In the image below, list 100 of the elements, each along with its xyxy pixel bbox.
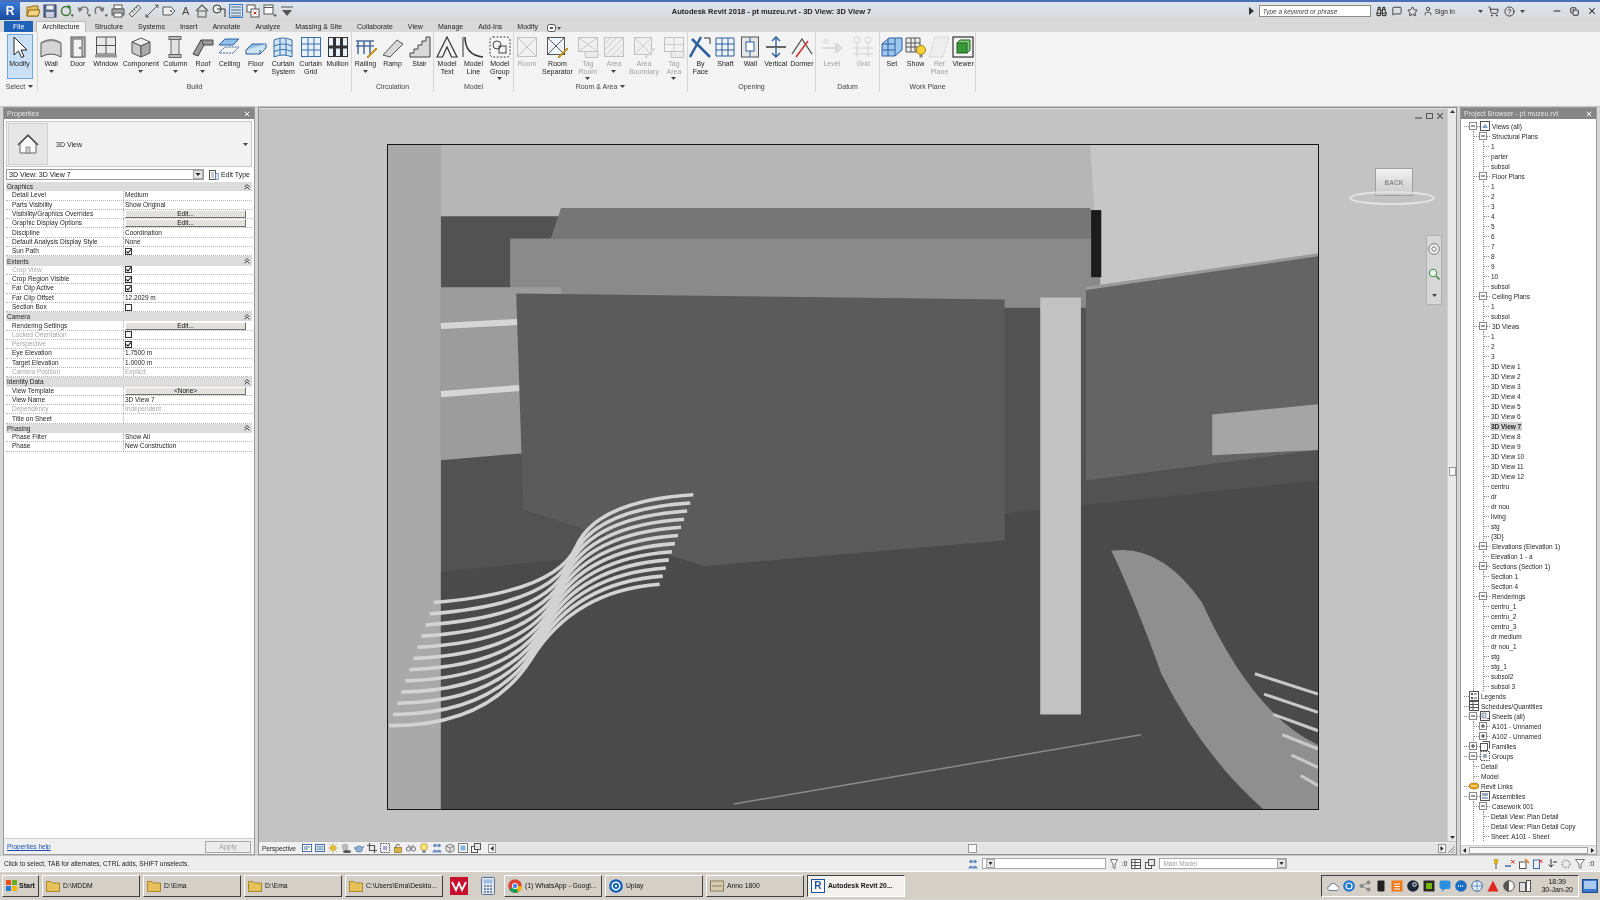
people-icon[interactable] (968, 858, 978, 869)
restore-icon[interactable] (1426, 113, 1433, 119)
scrollbar-thumb[interactable] (967, 843, 977, 853)
dimension-icon[interactable] (145, 4, 159, 18)
hatched-area-icon (602, 36, 625, 58)
vertical-scrollbar[interactable] (1447, 108, 1456, 841)
filter-funnel-icon[interactable] (1574, 858, 1585, 869)
tag-icon[interactable] (162, 4, 176, 18)
expand-box-icon[interactable] (1479, 732, 1487, 740)
caret-icon[interactable] (1520, 9, 1525, 13)
caret-icon[interactable] (1478, 9, 1483, 13)
square-slash-icon[interactable] (1518, 858, 1529, 869)
zigzag-logo-icon[interactable] (447, 874, 470, 897)
binoculars-icon[interactable] (1375, 5, 1387, 17)
sync-arrows-icon[interactable] (60, 4, 74, 18)
stack-icon[interactable] (470, 843, 481, 853)
padlock-icon[interactable] (392, 843, 403, 853)
expand-arrow-icon[interactable] (1248, 7, 1254, 15)
speech-bubble-icon[interactable] (1391, 6, 1402, 16)
close-windows-icon[interactable] (246, 4, 261, 18)
collapse-box-icon[interactable] (1479, 172, 1487, 180)
filter-funnel-icon[interactable] (1110, 858, 1118, 869)
expand-box-icon[interactable] (1479, 722, 1487, 730)
chip-logo-icon[interactable] (1423, 879, 1436, 892)
restore-icon[interactable] (1570, 6, 1579, 16)
tiled-windows-icon[interactable] (263, 4, 278, 18)
people-icon[interactable] (431, 843, 442, 853)
globe-icon[interactable] (1471, 879, 1484, 892)
arrow-line-icon[interactable] (1546, 858, 1557, 869)
scrollbar-thumb[interactable] (1469, 846, 1588, 854)
dots-circle-icon[interactable] (1455, 879, 1468, 892)
redo-arrow-icon[interactable] (94, 4, 108, 18)
glasses-icon[interactable] (405, 843, 416, 853)
section-marker-icon[interactable] (212, 4, 227, 18)
crop-icon[interactable] (366, 843, 377, 853)
scrollbar-thumb[interactable] (1448, 467, 1456, 476)
two-bars-icon[interactable] (1519, 879, 1532, 892)
collapse-chevrons-icon[interactable] (244, 378, 250, 385)
house-icon[interactable] (195, 4, 210, 18)
collapse-box-icon[interactable] (1469, 712, 1477, 720)
line-cross-icon[interactable] (1504, 858, 1515, 869)
pin-icon[interactable] (1490, 858, 1501, 869)
share-nodes-icon[interactable] (1359, 879, 1372, 892)
checkbox[interactable] (125, 275, 132, 283)
collapse-chevrons-icon[interactable] (244, 313, 250, 320)
help-icon[interactable] (1504, 5, 1515, 17)
crop-frame-icon[interactable] (379, 843, 390, 853)
workset-dropdown[interactable] (982, 858, 1106, 869)
horizontal-scrollbar[interactable] (1461, 845, 1596, 854)
bulb-icon[interactable] (418, 843, 429, 853)
detail-lines-icon[interactable] (314, 843, 325, 853)
horizontal-scrollbar[interactable] (487, 842, 1456, 854)
zoom-icon[interactable] (1428, 268, 1440, 281)
round-logo-icon[interactable] (1407, 879, 1420, 892)
collapse-box-icon[interactable] (1479, 802, 1487, 810)
checkbox[interactable] (125, 284, 132, 292)
ruler-icon[interactable] (128, 4, 142, 18)
cube-outline-icon[interactable] (444, 843, 455, 853)
printer-icon[interactable] (111, 4, 125, 18)
collapse-chevrons-icon[interactable] (244, 183, 250, 190)
collapse-box-icon[interactable] (1479, 132, 1487, 140)
customize-caret-icon[interactable] (280, 4, 295, 18)
show-desktop-icon[interactable] (1582, 878, 1598, 893)
collapse-box-icon[interactable] (1479, 542, 1487, 550)
undo-arrow-icon[interactable] (77, 4, 91, 18)
collapse-box-icon[interactable] (1479, 562, 1487, 570)
expand-box-icon[interactable] (1469, 742, 1477, 750)
teapot-icon[interactable] (353, 843, 364, 853)
collapse-chevrons-icon[interactable] (244, 425, 250, 432)
open-folder-icon[interactable] (26, 4, 40, 18)
phone-icon[interactable] (1375, 879, 1388, 892)
triangle-logo-icon[interactable] (1487, 879, 1500, 892)
app-menu-button[interactable]: R (0, 2, 20, 20)
steering-wheel-icon[interactable] (1428, 242, 1440, 255)
cart-icon[interactable] (1488, 5, 1499, 17)
collapse-box-icon[interactable] (1469, 792, 1477, 800)
collapse-chevrons-icon[interactable] (244, 258, 250, 264)
caret-icon[interactable] (1431, 294, 1437, 298)
sheet-scale-icon[interactable] (301, 843, 312, 853)
collapse-box-icon[interactable] (1479, 592, 1487, 600)
panel-toggle-icon[interactable] (546, 24, 561, 32)
legend-table-icon (1469, 691, 1479, 701)
text-tool-button[interactable]: A (179, 4, 193, 18)
half-moon-icon[interactable] (1503, 879, 1516, 892)
checkbox[interactable] (125, 247, 132, 255)
checkbox[interactable] (125, 303, 132, 311)
highlight-frame-icon[interactable] (457, 843, 468, 853)
shadow-icon[interactable] (340, 843, 351, 853)
collapse-box-icon[interactable] (1479, 322, 1487, 330)
close-icon[interactable] (1587, 6, 1597, 16)
collapse-box-icon[interactable] (1479, 292, 1487, 300)
scroll-left-arrow-icon (1461, 846, 1468, 854)
collapse-box-icon[interactable] (1469, 752, 1477, 760)
star-icon[interactable] (1406, 5, 1418, 17)
layers-icon[interactable] (1145, 858, 1156, 869)
page-cross-icon[interactable] (1532, 858, 1543, 869)
table-grid-icon[interactable] (1131, 858, 1142, 869)
close-icon[interactable] (1437, 113, 1443, 119)
ring-logo-icon[interactable] (1343, 879, 1356, 892)
collapse-box-icon[interactable] (1469, 122, 1477, 130)
